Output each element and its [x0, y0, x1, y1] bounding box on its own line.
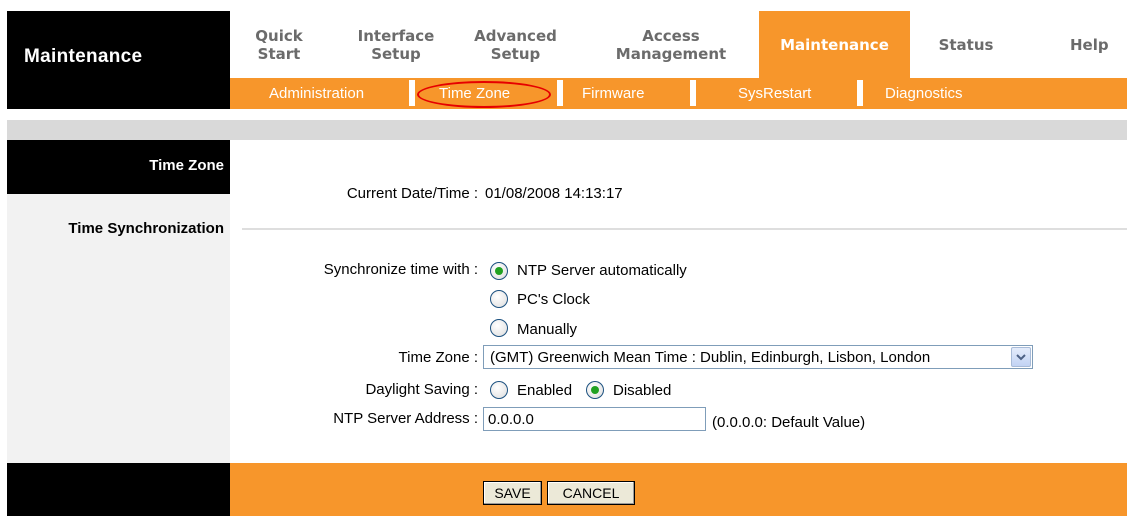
- nav-advanced-setup[interactable]: Advanced Setup: [463, 11, 568, 78]
- ntp-address-input[interactable]: [483, 407, 706, 431]
- nav-status[interactable]: Status: [926, 11, 1006, 78]
- nav-interface-setup-line1: Interface: [357, 26, 435, 45]
- left-column: Time Zone Time Synchronization: [7, 140, 230, 463]
- nav-quick-start-line2: Start: [257, 44, 301, 63]
- chevron-down-icon[interactable]: [1011, 347, 1031, 367]
- subnav-separator: [857, 80, 863, 106]
- nav-maintenance[interactable]: Maintenance: [759, 11, 910, 78]
- nav-maintenance-label: Maintenance: [780, 35, 889, 54]
- top-navigation: Quick Start Interface Setup Advanced Setup …: [230, 11, 1127, 78]
- nav-access-management-line1: Access: [642, 26, 700, 45]
- nav-advanced-setup-line2: Setup: [490, 44, 541, 63]
- subnav-sysrestart[interactable]: SysRestart: [738, 78, 811, 109]
- current-datetime-label: Current Date/Time :: [346, 185, 478, 202]
- radio-ntp-server-label: NTP Server automatically: [517, 262, 687, 279]
- section-title: Time Zone: [149, 157, 224, 174]
- divider: [242, 228, 1127, 230]
- nav-access-management[interactable]: Access Management: [596, 11, 746, 78]
- radio-daylight-enabled[interactable]: [490, 381, 508, 399]
- timezone-select[interactable]: (GMT) Greenwich Mean Time : Dublin, Edin…: [483, 345, 1033, 369]
- nav-interface-setup-line2: Setup: [371, 44, 421, 63]
- save-button[interactable]: SAVE: [483, 481, 542, 505]
- section-header: Time Zone: [7, 140, 230, 194]
- radio-manually[interactable]: [490, 319, 508, 337]
- cancel-button[interactable]: CANCEL: [547, 481, 635, 505]
- sub-navigation: Administration Time Zone Firmware SysRes…: [230, 78, 1127, 109]
- radio-daylight-disabled[interactable]: [586, 381, 604, 399]
- subnav-administration[interactable]: Administration: [269, 78, 364, 109]
- nav-quick-start-line1: Quick: [255, 26, 303, 45]
- nav-help-label: Help: [1070, 35, 1109, 54]
- footer-bar: [230, 463, 1127, 516]
- sync-label: Synchronize time with :: [323, 261, 478, 278]
- ntp-address-hint: (0.0.0.0: Default Value): [712, 414, 866, 431]
- timezone-label: Time Zone :: [398, 349, 478, 366]
- brand-panel: Maintenance: [7, 11, 230, 109]
- radio-manually-label: Manually: [517, 321, 578, 338]
- radio-daylight-disabled-label: Disabled: [613, 382, 672, 399]
- footer-left-panel: [7, 463, 230, 516]
- brand-title: Maintenance: [24, 46, 143, 67]
- current-datetime-value: 01/08/2008 14:13:17: [485, 185, 623, 202]
- nav-status-label: Status: [938, 35, 994, 54]
- timezone-select-value: (GMT) Greenwich Mean Time : Dublin, Edin…: [490, 349, 931, 366]
- daylight-label: Daylight Saving :: [365, 381, 478, 398]
- nav-access-management-line2: Management: [615, 44, 727, 63]
- subnav-diagnostics[interactable]: Diagnostics: [885, 78, 963, 109]
- radio-daylight-enabled-label: Enabled: [517, 382, 573, 399]
- ntp-address-label: NTP Server Address :: [333, 410, 478, 427]
- spacer-bar: [7, 120, 1127, 140]
- radio-pc-clock-label: PC's Clock: [517, 291, 590, 308]
- subnav-separator: [557, 80, 563, 106]
- subnav-separator: [409, 80, 415, 106]
- nav-advanced-setup-line1: Advanced: [474, 26, 557, 45]
- nav-help[interactable]: Help: [1070, 11, 1127, 78]
- subsection-title: Time Synchronization: [68, 220, 224, 237]
- radio-ntp-server[interactable]: [490, 262, 508, 280]
- nav-interface-setup[interactable]: Interface Setup: [346, 11, 446, 78]
- subnav-firmware[interactable]: Firmware: [582, 78, 645, 109]
- nav-quick-start[interactable]: Quick Start: [244, 11, 314, 78]
- subnav-separator: [690, 80, 696, 106]
- radio-pc-clock[interactable]: [490, 290, 508, 308]
- highlight-ellipse: [417, 81, 551, 108]
